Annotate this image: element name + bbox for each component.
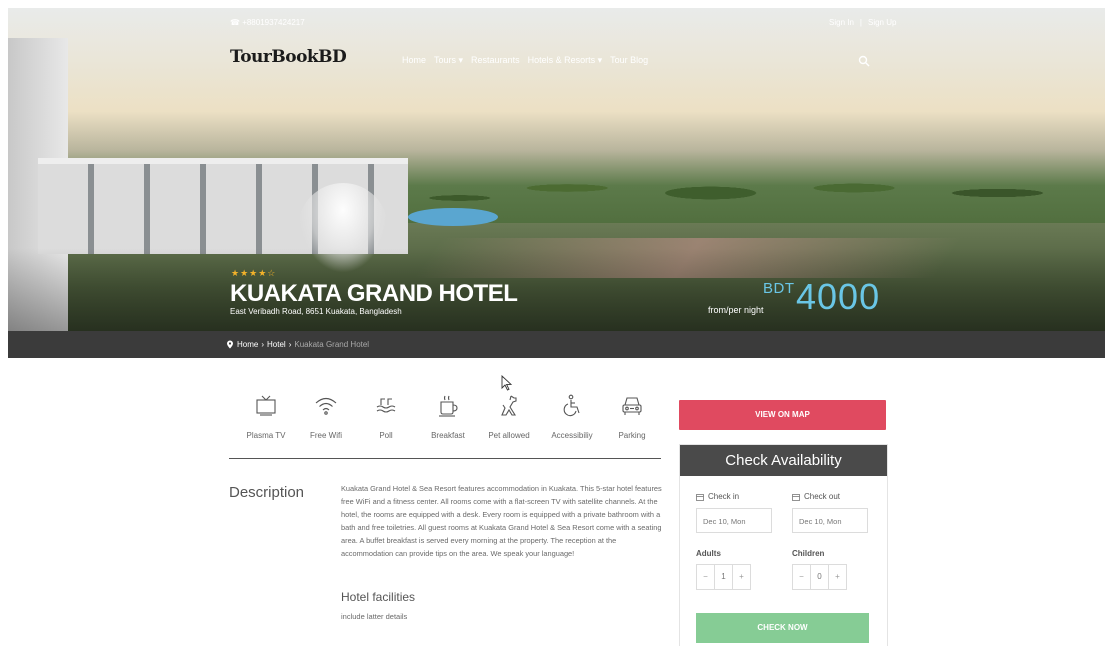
location-pin-icon bbox=[227, 340, 233, 349]
price-currency: BDT bbox=[763, 280, 795, 297]
auth-separator: | bbox=[859, 18, 862, 27]
description-heading: Description bbox=[229, 484, 305, 501]
amenity-accessibility: Accessibiliy bbox=[540, 393, 604, 440]
phone-number[interactable]: ☎ +8801937424217 bbox=[230, 18, 305, 27]
view-on-map-button[interactable]: VIEW ON MAP bbox=[679, 400, 886, 430]
breadcrumb-sep: › bbox=[288, 340, 292, 349]
amenity-parking: Parking bbox=[600, 393, 664, 440]
page-frame: ☎ +8801937424217 Sign In | Sign Up TourBoo… bbox=[8, 8, 1105, 646]
breadcrumb-bar: Home › Hotel › Kuakata Grand Hotel bbox=[8, 331, 1105, 358]
sign-up-link[interactable]: Sign Up bbox=[868, 18, 896, 27]
adults-increment-button[interactable]: + bbox=[733, 565, 750, 589]
amenity-label: Pet allowed bbox=[488, 431, 530, 440]
price-value: 4000 bbox=[796, 276, 881, 317]
adults-label: Adults bbox=[696, 549, 721, 558]
car-icon bbox=[622, 397, 642, 415]
facilities-text: include latter details bbox=[341, 612, 408, 621]
sign-in-link[interactable]: Sign In bbox=[829, 18, 854, 27]
nav-home[interactable]: Home bbox=[402, 55, 426, 66]
amenity-label: Parking bbox=[618, 431, 646, 440]
amenity-free-wifi: Free Wifi bbox=[294, 393, 358, 440]
check-out-input[interactable]: Dec 10, Mon bbox=[792, 508, 868, 533]
availability-title: Check Availability bbox=[680, 445, 887, 476]
breadcrumb-current: Kuakata Grand Hotel bbox=[294, 340, 370, 349]
calendar-icon bbox=[696, 493, 704, 501]
coffee-icon bbox=[439, 395, 458, 417]
brand-logo[interactable]: TourBookBD bbox=[230, 47, 347, 67]
check-availability-panel: Check Availability Check in Check out De… bbox=[679, 444, 888, 646]
breadcrumb-hotel[interactable]: Hotel bbox=[267, 340, 286, 349]
nav-restaurants[interactable]: Restaurants bbox=[471, 55, 520, 66]
hero-shade bbox=[8, 248, 1105, 331]
check-now-button[interactable]: CHECK NOW bbox=[696, 613, 869, 643]
adults-stepper: − 1 + bbox=[696, 564, 751, 590]
children-value[interactable]: 0 bbox=[810, 565, 829, 589]
breadcrumb-sep: › bbox=[261, 340, 265, 349]
description-text: Kuakata Grand Hotel & Sea Resort feature… bbox=[341, 484, 662, 558]
amenity-label: Accessibiliy bbox=[551, 431, 593, 440]
tv-icon bbox=[256, 395, 276, 416]
children-decrement-button[interactable]: − bbox=[793, 565, 810, 589]
wheelchair-icon bbox=[563, 394, 580, 417]
hero-pool bbox=[408, 208, 498, 226]
adults-decrement-button[interactable]: − bbox=[697, 565, 714, 589]
price-label: from/per night bbox=[708, 305, 764, 315]
amenity-label: Plasma TV bbox=[246, 431, 286, 440]
nav-hotels-resorts[interactable]: Hotels & Resorts ▾ bbox=[528, 55, 603, 66]
dog-icon bbox=[501, 395, 517, 416]
amenity-breakfast: Breakfast bbox=[416, 393, 480, 440]
adults-value[interactable]: 1 bbox=[714, 565, 733, 589]
breadcrumb: Home › Hotel › Kuakata Grand Hotel bbox=[226, 340, 369, 349]
search-icon[interactable] bbox=[858, 55, 870, 67]
children-label: Children bbox=[792, 549, 825, 558]
check-in-input[interactable]: Dec 10, Mon bbox=[696, 508, 772, 533]
facilities-heading: Hotel facilities bbox=[341, 590, 416, 604]
hero-banner: ☎ +8801937424217 Sign In | Sign Up TourBoo… bbox=[8, 8, 1105, 331]
amenity-plasma-tv: Plasma TV bbox=[234, 393, 298, 440]
mouse-cursor-icon bbox=[501, 375, 513, 391]
amenity-label: Free Wifi bbox=[310, 431, 342, 440]
check-out-label: Check out bbox=[792, 492, 840, 501]
children-stepper: − 0 + bbox=[792, 564, 847, 590]
amenity-label: Poll bbox=[379, 431, 393, 440]
check-in-label: Check in bbox=[696, 492, 739, 501]
star-rating: ★★★★☆ bbox=[231, 268, 277, 278]
breadcrumb-home[interactable]: Home bbox=[237, 340, 258, 349]
wifi-icon bbox=[315, 397, 337, 415]
main-nav: Home Tours ▾ Restaurants Hotels & Resort… bbox=[402, 55, 648, 66]
hotel-address: East Veribadh Road, 8651 Kuakata, Bangla… bbox=[230, 307, 402, 316]
amenity-pool: Poll bbox=[354, 393, 418, 440]
amenities-list: Plasma TV Free Wifi Poll Breakfast Pet a… bbox=[234, 393, 664, 453]
amenities-divider bbox=[229, 458, 661, 459]
hero-trees bbox=[388, 138, 1105, 238]
hotel-name: KUAKATA GRAND HOTEL bbox=[230, 280, 518, 307]
nav-tour-blog[interactable]: Tour Blog bbox=[610, 55, 648, 66]
children-increment-button[interactable]: + bbox=[829, 565, 846, 589]
nav-tours[interactable]: Tours ▾ bbox=[434, 55, 463, 66]
amenity-pet-allowed: Pet allowed bbox=[477, 393, 541, 440]
pool-icon bbox=[376, 398, 396, 413]
auth-links: Sign In | Sign Up bbox=[826, 18, 899, 27]
calendar-icon bbox=[792, 493, 800, 501]
amenity-label: Breakfast bbox=[431, 431, 465, 440]
